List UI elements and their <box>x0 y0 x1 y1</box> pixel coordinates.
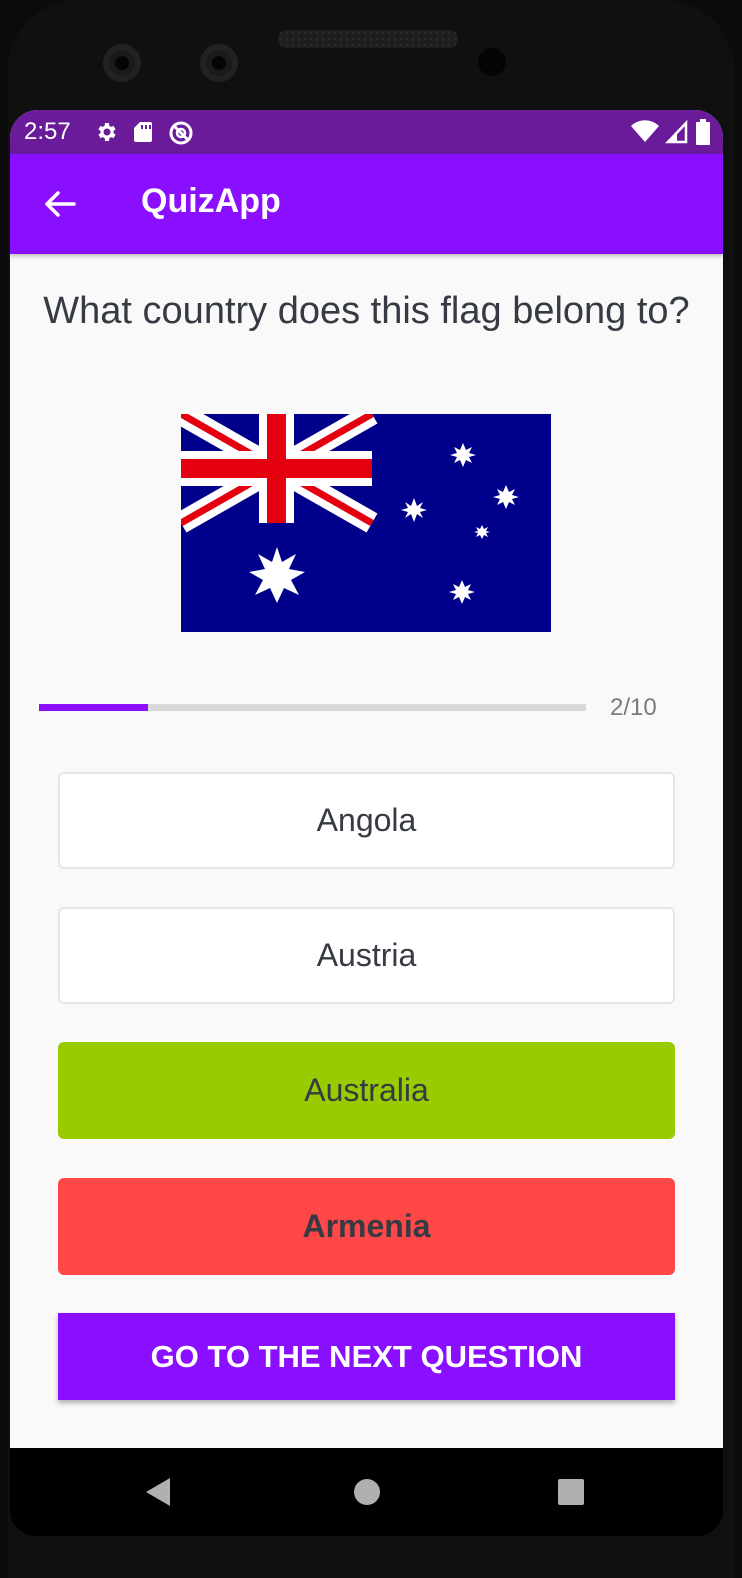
option-angola[interactable]: Angola <box>58 772 675 869</box>
signal-icon <box>665 120 688 144</box>
back-triangle-icon[interactable] <box>144 1476 176 1508</box>
option-label: Austria <box>316 937 417 973</box>
app-screen: 2:57 QuizApp What country does this flag… <box>10 110 723 1448</box>
question-text: What country does this flag belong to? <box>43 290 690 332</box>
next-question-button[interactable]: GO TO THE NEXT QUESTION <box>58 1313 675 1400</box>
option-label: Armenia <box>302 1208 431 1244</box>
option-armenia[interactable]: Armenia <box>58 1178 675 1275</box>
front-camera-left <box>103 44 141 82</box>
union-jack-canton <box>181 414 378 533</box>
gear-icon <box>98 123 116 141</box>
back-button[interactable] <box>40 184 80 224</box>
status-time: 2:57 <box>24 118 71 145</box>
option-label: Australia <box>304 1072 429 1108</box>
no-sync-icon <box>169 121 193 145</box>
phone-frame: 2:57 QuizApp What country does this flag… <box>0 0 742 1578</box>
flag-image <box>181 414 551 632</box>
battery-icon <box>696 119 710 145</box>
progress-bar <box>39 704 586 711</box>
app-bar: QuizApp <box>10 154 723 254</box>
front-camera-right <box>200 44 238 82</box>
progress-label: 2/10 <box>610 694 657 721</box>
option-label: Angola <box>316 802 417 838</box>
home-circle-icon[interactable] <box>353 1476 381 1508</box>
app-title: QuizApp <box>141 182 281 220</box>
sd-card-icon <box>134 122 152 142</box>
option-australia[interactable]: Australia <box>58 1042 675 1139</box>
status-icons-left <box>94 120 194 146</box>
recents-square-icon[interactable] <box>557 1476 585 1508</box>
system-nav-bar <box>10 1448 723 1536</box>
option-austria[interactable]: Austria <box>58 907 675 1004</box>
status-bar: 2:57 <box>10 110 723 154</box>
proximity-sensor <box>478 48 506 76</box>
arrow-back-icon <box>45 191 76 217</box>
wifi-icon <box>631 120 659 142</box>
earpiece-speaker <box>278 30 458 48</box>
status-icons-right <box>631 119 711 145</box>
progress-bar-fill <box>39 704 149 711</box>
